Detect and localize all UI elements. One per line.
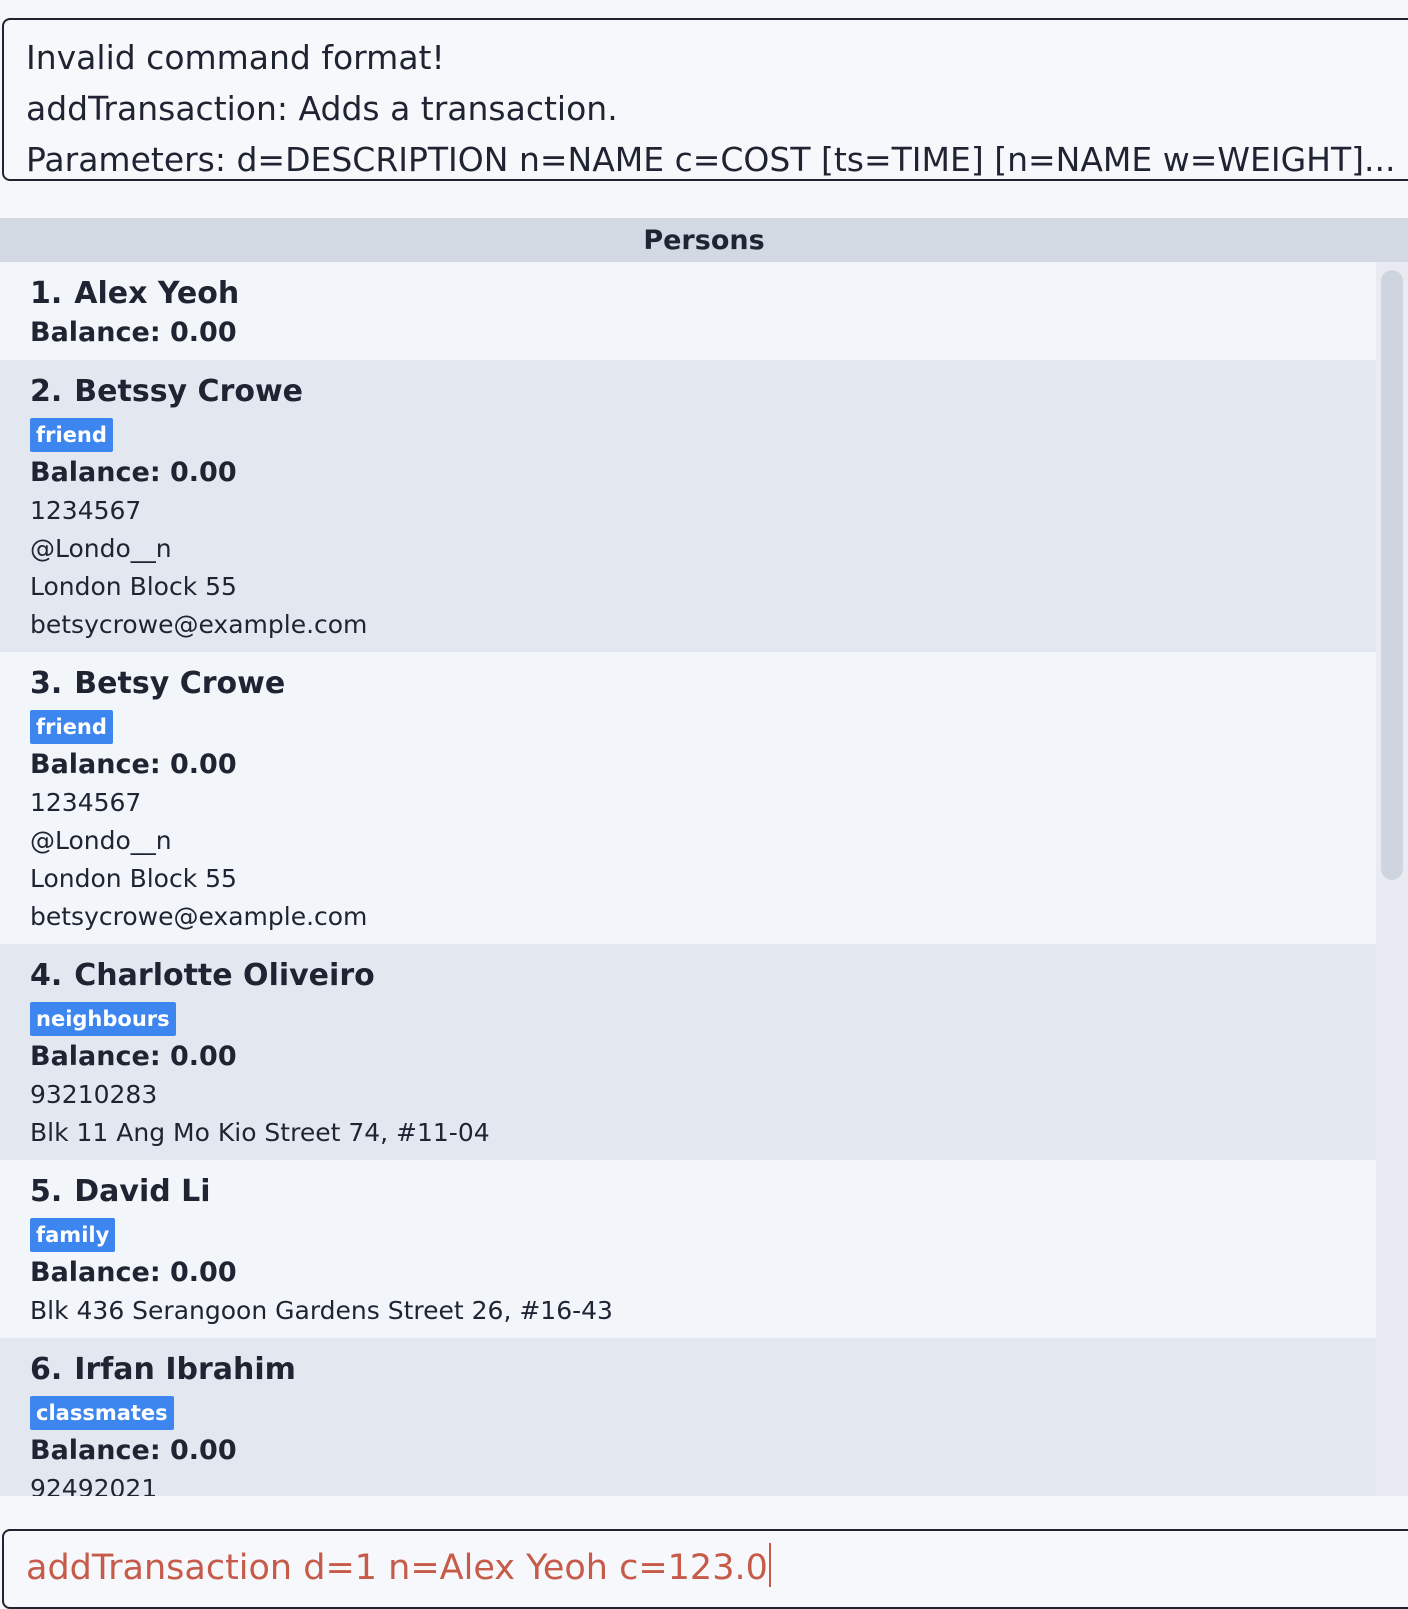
person-index: 3. (30, 666, 63, 701)
person-email: betsycrowe@example.com (30, 610, 368, 639)
person-index: 2. (30, 374, 63, 409)
command-text: addTransaction d=1 n=Alex Yeoh c=123.0 (26, 1548, 768, 1588)
person-name: Betsy Crowe (74, 666, 286, 701)
person-card[interactable]: 5. David Li family Balance: 0.00 Blk 436 … (0, 1160, 1376, 1338)
person-card[interactable]: 3. Betsy Crowe friend Balance: 0.00 12345… (0, 652, 1376, 944)
tag-list: family (30, 1218, 1346, 1252)
tag-badge: friend (30, 710, 113, 744)
person-name-row: 1. Alex Yeoh (30, 274, 1346, 314)
person-phone: 93210283 (30, 1080, 158, 1109)
person-name: David Li (74, 1174, 211, 1209)
result-line: Invalid command format! (26, 38, 445, 77)
person-card[interactable]: 1. Alex Yeoh Balance: 0.00 (0, 262, 1376, 360)
person-balance: Balance: 0.00 (30, 457, 237, 488)
person-email: betsycrowe@example.com (30, 902, 368, 931)
person-name-row: 5. David Li (30, 1172, 1346, 1212)
result-display[interactable]: Invalid command format! addTransaction: … (2, 18, 1408, 181)
person-index: 6. (30, 1352, 63, 1387)
person-name-row: 4. Charlotte Oliveiro (30, 956, 1346, 996)
person-name: Charlotte Oliveiro (74, 958, 375, 993)
tag-list: neighbours (30, 1002, 1346, 1036)
person-balance: Balance: 0.00 (30, 1435, 237, 1466)
person-index: 1. (30, 276, 63, 311)
list-scrollbar[interactable] (1376, 262, 1408, 1496)
tag-list: classmates (30, 1396, 1346, 1430)
persons-panel-title: Persons (0, 218, 1408, 262)
person-balance: Balance: 0.00 (30, 1041, 237, 1072)
person-card[interactable]: 2. Betssy Crowe friend Balance: 0.00 1234… (0, 360, 1376, 652)
result-line: addTransaction: Adds a transaction. (26, 89, 618, 128)
person-name-row: 2. Betssy Crowe (30, 372, 1346, 412)
person-balance: Balance: 0.00 (30, 1257, 237, 1288)
tag-list: friend (30, 418, 1346, 452)
person-name: Alex Yeoh (74, 276, 240, 311)
person-phone: 1234567 (30, 496, 142, 525)
person-address: Blk 436 Serangoon Gardens Street 26, #16… (30, 1296, 613, 1325)
text-cursor (768, 1543, 771, 1587)
person-phone: 92492021 (30, 1474, 158, 1496)
person-name-row: 6. Irfan Ibrahim (30, 1350, 1346, 1390)
tag-badge: neighbours (30, 1002, 176, 1036)
tag-list: friend (30, 710, 1346, 744)
scrollbar-thumb[interactable] (1381, 270, 1403, 880)
tag-badge: family (30, 1218, 116, 1252)
person-address: London Block 55 (30, 864, 237, 893)
tag-badge: classmates (30, 1396, 174, 1430)
person-handle: @Londo__n (30, 826, 172, 855)
person-name-row: 3. Betsy Crowe (30, 664, 1346, 704)
person-index: 4. (30, 958, 63, 993)
tag-badge: friend (30, 418, 113, 452)
person-address: Blk 11 Ang Mo Kio Street 74, #11-04 (30, 1118, 490, 1147)
person-balance: Balance: 0.00 (30, 749, 237, 780)
command-input[interactable]: addTransaction d=1 n=Alex Yeoh c=123.0 (2, 1529, 1408, 1609)
person-handle: @Londo__n (30, 534, 172, 563)
result-line: Parameters: d=DESCRIPTION n=NAME c=COST … (26, 140, 1396, 179)
person-name: Betssy Crowe (74, 374, 304, 409)
person-card[interactable]: 4. Charlotte Oliveiro neighbours Balance:… (0, 944, 1376, 1160)
person-index: 5. (30, 1174, 63, 1209)
person-card[interactable]: 6. Irfan Ibrahim classmates Balance: 0.00… (0, 1338, 1376, 1496)
person-name: Irfan Ibrahim (74, 1352, 296, 1387)
person-phone: 1234567 (30, 788, 142, 817)
person-address: London Block 55 (30, 572, 237, 601)
person-list[interactable]: 1. Alex Yeoh Balance: 0.00 2. Betssy Crowe… (0, 262, 1376, 1496)
person-balance: Balance: 0.00 (30, 317, 237, 348)
